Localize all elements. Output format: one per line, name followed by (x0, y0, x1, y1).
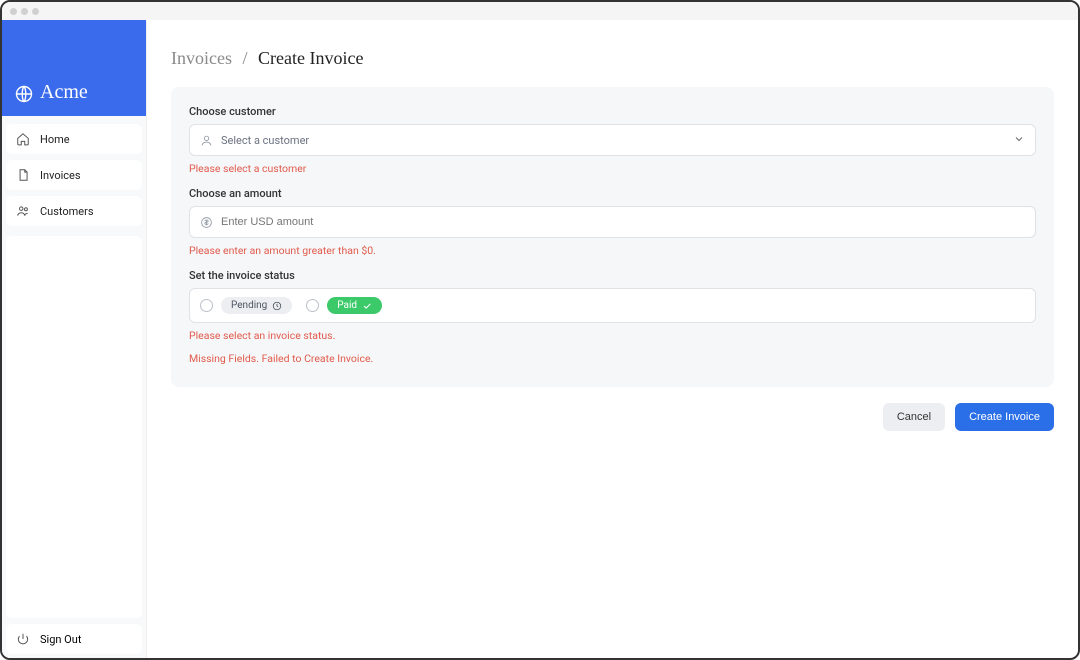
nav-customers-label: Customers (40, 205, 94, 218)
amount-label: Choose an amount (189, 187, 1036, 200)
breadcrumb-current: Create Invoice (258, 48, 363, 68)
chevron-down-icon (1013, 133, 1025, 148)
form-actions: Cancel Create Invoice (171, 403, 1054, 431)
main-content: Invoices / Create Invoice Choose custome… (147, 20, 1078, 658)
radio-paid[interactable] (306, 299, 319, 312)
window-titlebar (2, 2, 1078, 20)
amount-input-wrapper (189, 206, 1036, 238)
breadcrumb-parent[interactable]: Invoices (171, 48, 232, 68)
customer-select-placeholder: Select a customer (221, 134, 309, 147)
nav-home-label: Home (40, 133, 70, 146)
globe-icon (14, 84, 34, 104)
users-icon (16, 204, 30, 218)
nav-invoices-label: Invoices (40, 169, 81, 182)
pending-pill-label: Pending (231, 300, 267, 311)
sidebar-spacer (6, 236, 142, 618)
nav-home[interactable]: Home (6, 124, 142, 154)
brand-name: Acme (40, 81, 88, 104)
cancel-button[interactable]: Cancel (883, 403, 945, 431)
invoice-form: Choose customer Select a customer Please… (171, 87, 1054, 387)
status-row: Pending Paid (189, 288, 1036, 323)
user-icon (200, 134, 213, 147)
radio-pending[interactable] (200, 299, 213, 312)
nav-invoices[interactable]: Invoices (6, 160, 142, 190)
traffic-light-close[interactable] (10, 8, 17, 15)
customer-select[interactable]: Select a customer (189, 124, 1036, 156)
pending-pill: Pending (221, 297, 292, 314)
status-paid-option[interactable]: Paid (306, 297, 382, 314)
clock-icon (272, 301, 282, 311)
power-icon (16, 632, 30, 646)
traffic-light-minimize[interactable] (21, 8, 28, 15)
amount-input[interactable] (221, 216, 1025, 228)
create-invoice-button[interactable]: Create Invoice (955, 403, 1054, 431)
home-icon (16, 132, 30, 146)
status-label: Set the invoice status (189, 269, 1036, 282)
traffic-light-zoom[interactable] (32, 8, 39, 15)
form-general-error: Missing Fields. Failed to Create Invoice… (189, 352, 1036, 365)
breadcrumb-separator: / (242, 48, 247, 68)
signout-label: Sign Out (40, 633, 81, 646)
customer-label: Choose customer (189, 105, 1036, 118)
document-icon (16, 168, 30, 182)
paid-pill-label: Paid (337, 300, 357, 311)
check-icon (362, 301, 372, 311)
brand-logo: Acme (2, 20, 146, 116)
signout-button[interactable]: Sign Out (6, 624, 142, 654)
dollar-icon (200, 216, 213, 229)
status-pending-option[interactable]: Pending (200, 297, 292, 314)
breadcrumb: Invoices / Create Invoice (171, 48, 1054, 69)
nav-customers[interactable]: Customers (6, 196, 142, 226)
amount-error: Please enter an amount greater than $0. (189, 244, 1036, 257)
paid-pill: Paid (327, 297, 382, 314)
customer-error: Please select a customer (189, 162, 1036, 175)
status-error: Please select an invoice status. (189, 329, 1036, 342)
sidebar: Acme Home Invoices Customers Si (2, 20, 147, 658)
